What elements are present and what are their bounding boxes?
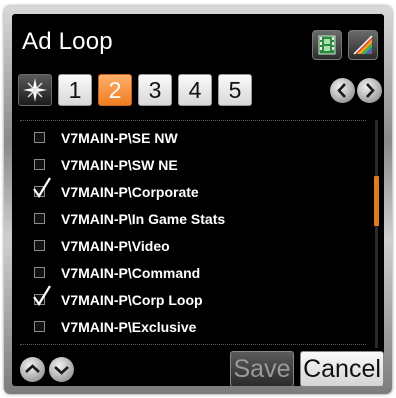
scrollbar-thumb[interactable] — [374, 176, 379, 226]
checkbox[interactable] — [33, 285, 51, 306]
list-item[interactable]: V7MAIN-P\Exclusive — [34, 313, 354, 340]
list-item-label: V7MAIN-P\In Game Stats — [61, 210, 226, 227]
tab-3[interactable]: 3 — [138, 74, 172, 106]
list-divider — [20, 120, 366, 121]
list-item[interactable]: V7MAIN-P\SE NW — [34, 124, 354, 151]
prev-page-button[interactable] — [330, 78, 355, 103]
tab-5[interactable]: 5 — [218, 74, 252, 106]
list-item[interactable]: V7MAIN-P\Command — [34, 259, 354, 286]
list-item-label: V7MAIN-P\Corp Loop — [61, 291, 203, 308]
scroll-down-button[interactable] — [49, 357, 74, 382]
cancel-button[interactable]: Cancel — [300, 351, 384, 386]
tab-4[interactable]: 4 — [178, 74, 212, 106]
save-button[interactable]: Save — [230, 351, 294, 386]
dialog-body: Ad Loop 1 2 3 4 5 V7MAIN-P\SE NW V7MAIN-… — [12, 14, 384, 386]
list-item-label: V7MAIN-P\SE NW — [61, 129, 178, 146]
checkbox[interactable] — [34, 240, 45, 251]
list-item-label: V7MAIN-P\Command — [61, 264, 201, 281]
checkbox[interactable] — [34, 132, 45, 143]
scrollbar-track[interactable] — [375, 120, 378, 348]
tab-1[interactable]: 1 — [58, 74, 92, 106]
list-item[interactable]: V7MAIN-P\Corp Loop — [33, 285, 354, 313]
checkbox[interactable] — [33, 177, 51, 198]
checkbox[interactable] — [34, 159, 45, 170]
list-item[interactable]: V7MAIN-P\Video — [34, 232, 354, 259]
ad-list[interactable]: V7MAIN-P\SE NW V7MAIN-P\SW NE V7MAIN-P\C… — [20, 118, 372, 346]
checkbox[interactable] — [34, 321, 45, 332]
tab-all[interactable] — [18, 74, 52, 106]
list-item-label: V7MAIN-P\SW NE — [61, 156, 178, 173]
list-item-label: V7MAIN-P\Corporate — [61, 183, 199, 200]
scroll-up-button[interactable] — [20, 357, 45, 382]
film-strip-button[interactable] — [312, 30, 342, 60]
list-item[interactable]: V7MAIN-P\Corporate — [33, 177, 354, 205]
list-item[interactable]: V7MAIN-P\SW NE — [34, 151, 354, 178]
checkbox[interactable] — [34, 213, 45, 224]
color-palette-button[interactable] — [348, 30, 378, 60]
list-divider — [20, 344, 366, 345]
starburst-icon — [19, 78, 51, 110]
next-page-button[interactable] — [357, 78, 382, 103]
ad-loop-dialog: Ad Loop 1 2 3 4 5 V7MAIN-P\SE NW V7MAIN-… — [4, 6, 392, 394]
tab-2[interactable]: 2 — [98, 74, 132, 106]
dialog-title: Ad Loop — [22, 28, 113, 55]
list-item-label: V7MAIN-P\Exclusive — [61, 318, 197, 335]
list-item-label: V7MAIN-P\Video — [61, 237, 170, 254]
checkbox[interactable] — [34, 267, 45, 278]
list-item[interactable]: V7MAIN-P\In Game Stats — [34, 205, 354, 232]
